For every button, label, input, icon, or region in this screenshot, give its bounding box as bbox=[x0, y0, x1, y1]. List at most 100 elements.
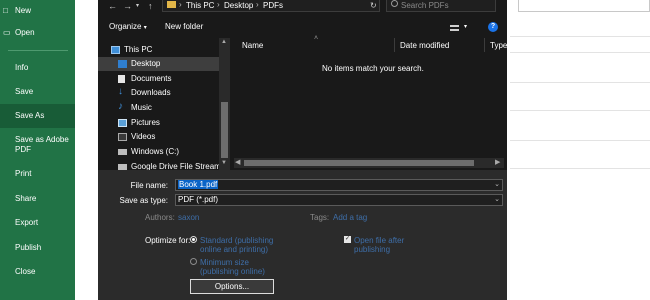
save-as-type-select[interactable]: PDF (*.pdf) ⌄ bbox=[175, 194, 503, 206]
save-as-dialog: ← → ▾ ↑ › This PC › Desktop › PDFs ↻ Sea… bbox=[98, 0, 507, 300]
authors-value[interactable]: saxon bbox=[178, 213, 199, 222]
column-header-name[interactable]: Name bbox=[242, 41, 263, 50]
nav-item-this-pc[interactable]: This PC bbox=[98, 43, 222, 57]
tags-label: Tags: bbox=[310, 213, 330, 222]
backstage-save-label: Save bbox=[15, 87, 34, 96]
nav-item-documents[interactable]: Documents bbox=[98, 72, 222, 86]
excel-backstage-sidebar: □ New ▭ Open Info Save Save As Save as A… bbox=[0, 0, 75, 300]
background-divider bbox=[510, 110, 650, 111]
back-arrow-icon[interactable]: ← bbox=[108, 0, 117, 12]
sort-ascending-icon: ˄ bbox=[314, 35, 319, 42]
backstage-publish-label: Publish bbox=[15, 243, 42, 252]
nav-item-windows-c[interactable]: Windows (C:) bbox=[98, 145, 222, 159]
music-icon: ♪ bbox=[118, 101, 123, 112]
backstage-print[interactable]: Print bbox=[0, 163, 75, 185]
backstage-info[interactable]: Info bbox=[0, 57, 75, 79]
tags-input[interactable]: Add a tag bbox=[333, 213, 367, 222]
backstage-new[interactable]: □ New bbox=[0, 0, 75, 22]
nav-item-google-drive[interactable]: Google Drive File Stream (G bbox=[98, 160, 230, 170]
desktop-folder-icon bbox=[118, 60, 127, 68]
search-box[interactable]: Search PDFs bbox=[386, 0, 496, 12]
backstage-save-as-adobe-pdf[interactable]: Save as Adobe PDF bbox=[0, 133, 75, 159]
scroll-down-icon[interactable]: ▼ bbox=[221, 160, 227, 166]
scrollbar-thumb[interactable] bbox=[221, 102, 228, 158]
open-after-publishing-label: Open file after bbox=[354, 236, 405, 245]
folder-icon bbox=[167, 1, 176, 8]
save-form: File name: Book 1.pdf ⌄ Save as type: PD… bbox=[98, 170, 507, 300]
address-bar[interactable]: › This PC › Desktop › PDFs bbox=[162, 0, 380, 12]
backstage-save-as-label: Save As bbox=[15, 111, 45, 120]
backstage-share[interactable]: Share bbox=[0, 188, 75, 210]
column-header-type[interactable]: Type bbox=[490, 41, 507, 50]
nav-item-label: This PC bbox=[124, 45, 153, 54]
breadcrumb-chevron-icon[interactable]: › bbox=[256, 0, 259, 9]
folder-open-icon: ▭ bbox=[3, 28, 11, 37]
backstage-publish[interactable]: Publish bbox=[0, 237, 75, 259]
nav-item-music[interactable]: ♪ Music bbox=[98, 101, 222, 115]
nav-item-label: Downloads bbox=[131, 88, 171, 97]
optimize-minimum-label: Minimum size bbox=[200, 258, 249, 267]
optimize-for-label: Optimize for: bbox=[145, 236, 191, 245]
nav-item-label: Desktop bbox=[131, 59, 161, 68]
optimize-standard-label-2: online and printing) bbox=[200, 245, 269, 254]
address-row: ← → ▾ ↑ › This PC › Desktop › PDFs ↻ Sea… bbox=[98, 0, 507, 16]
breadcrumb-this-pc[interactable]: This PC bbox=[186, 1, 214, 10]
refresh-icon[interactable]: ↻ bbox=[370, 1, 377, 10]
organize-label: Organize bbox=[109, 22, 142, 31]
breadcrumb-pdfs[interactable]: PDFs bbox=[263, 1, 283, 10]
backstage-save-as-adobe-label-2: PDF bbox=[15, 145, 31, 154]
scrollbar-thumb[interactable] bbox=[244, 160, 474, 166]
optimize-standard-label: Standard (publishing bbox=[200, 236, 274, 245]
column-divider[interactable] bbox=[394, 38, 395, 52]
search-icon bbox=[391, 0, 398, 7]
nav-item-desktop[interactable]: Desktop bbox=[98, 57, 222, 71]
nav-pane-scrollbar[interactable]: ▲ ▼ bbox=[219, 38, 230, 170]
backstage-save[interactable]: Save bbox=[0, 81, 75, 103]
view-options-icon[interactable] bbox=[450, 25, 459, 31]
backstage-close-label: Close bbox=[15, 267, 36, 276]
nav-item-videos[interactable]: Videos bbox=[98, 130, 222, 144]
chevron-down-icon: ▾ bbox=[143, 25, 147, 31]
nav-item-downloads[interactable]: ↓ Downloads bbox=[98, 86, 222, 100]
backstage-open-label: Open bbox=[15, 28, 35, 37]
column-header-date-modified[interactable]: Date modified bbox=[400, 41, 449, 50]
background-divider bbox=[510, 52, 650, 53]
file-name-value: Book 1.pdf bbox=[178, 180, 219, 189]
optimize-standard-radio[interactable] bbox=[190, 236, 197, 243]
backstage-export[interactable]: Export bbox=[0, 212, 75, 234]
up-arrow-icon[interactable]: ↑ bbox=[148, 0, 153, 12]
recent-locations-chevron-icon[interactable]: ▾ bbox=[136, 0, 139, 12]
new-folder-button[interactable]: New folder bbox=[165, 22, 203, 31]
optimize-minimum-radio[interactable] bbox=[190, 258, 197, 265]
backstage-share-label: Share bbox=[15, 194, 37, 203]
background-document bbox=[507, 0, 650, 300]
forward-arrow-icon[interactable]: → bbox=[123, 0, 132, 12]
breadcrumb-chevron-icon[interactable]: › bbox=[179, 0, 182, 9]
nav-item-label: Videos bbox=[131, 132, 156, 141]
scroll-right-icon[interactable]: ▶ bbox=[495, 158, 500, 166]
file-list-horizontal-scrollbar[interactable]: ◀ ▶ bbox=[234, 158, 504, 168]
open-after-publishing-checkbox[interactable]: ✓ bbox=[344, 236, 351, 243]
file-name-input[interactable]: Book 1.pdf ⌄ bbox=[175, 179, 503, 191]
backstage-open[interactable]: ▭ Open bbox=[0, 22, 75, 44]
search-placeholder: Search PDFs bbox=[401, 1, 449, 10]
downloads-icon: ↓ bbox=[118, 86, 123, 97]
nav-item-pictures[interactable]: Pictures bbox=[98, 116, 222, 130]
file-name-label: File name: bbox=[130, 181, 168, 190]
computer-icon bbox=[111, 46, 120, 54]
help-icon[interactable]: ? bbox=[488, 22, 498, 32]
scroll-up-icon[interactable]: ▲ bbox=[221, 39, 227, 45]
authors-label: Authors: bbox=[145, 213, 175, 222]
options-button[interactable]: Options... bbox=[190, 279, 274, 294]
breadcrumb-chevron-icon[interactable]: › bbox=[217, 0, 220, 9]
file-list-pane: ˄ Name Date modified Type No items match… bbox=[234, 35, 507, 168]
backstage-save-as[interactable]: Save As bbox=[0, 104, 75, 128]
scroll-left-icon[interactable]: ◀ bbox=[235, 158, 240, 166]
column-divider[interactable] bbox=[484, 38, 485, 52]
backstage-close[interactable]: Close bbox=[0, 261, 75, 283]
backstage-export-label: Export bbox=[15, 218, 39, 227]
organize-button[interactable]: Organize ▾ bbox=[109, 22, 147, 31]
view-chevron-down-icon[interactable]: ▾ bbox=[464, 23, 467, 30]
breadcrumb-desktop[interactable]: Desktop bbox=[224, 1, 253, 10]
chevron-down-icon[interactable]: ⌄ bbox=[494, 180, 500, 190]
